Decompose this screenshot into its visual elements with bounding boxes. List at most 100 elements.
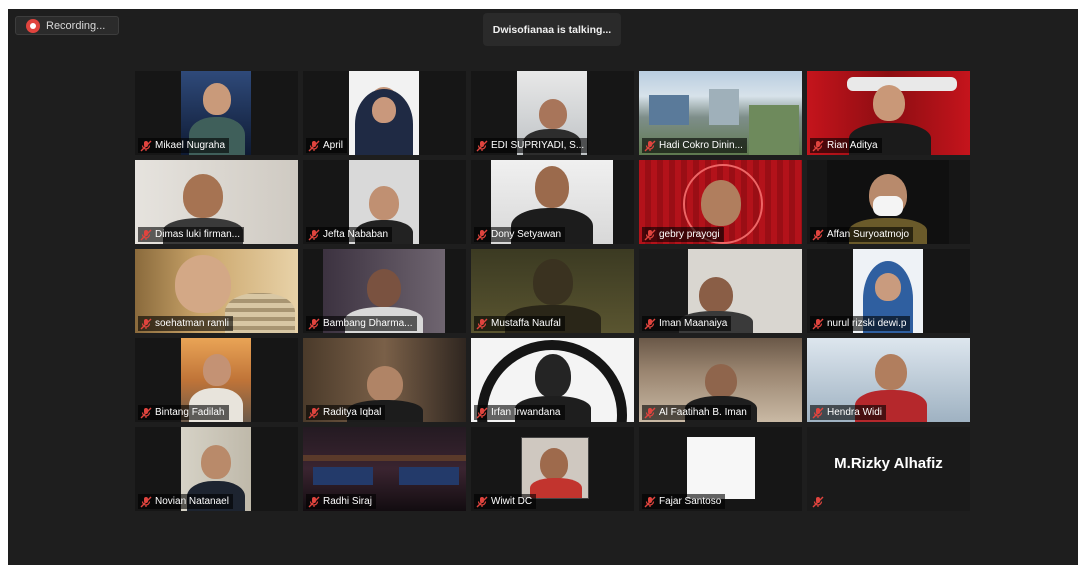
participant-tile[interactable]: Iman Maanaiya (639, 249, 802, 333)
participant-name: soehatman ramli (155, 318, 229, 329)
active-speaker-text: Dwisofianaa is talking... (492, 23, 612, 36)
participant-name: EDI SUPRIYADI, S... (491, 140, 585, 151)
participant-nameplate: soehatman ramli (138, 316, 233, 331)
participant-tile[interactable]: nurul rizski dewi.p (807, 249, 970, 333)
participant-nameplate (810, 494, 828, 509)
mic-muted-icon (476, 229, 488, 240)
gallery-grid: Mikael Nugraha April EDI SUPRIYADI, S... (135, 71, 970, 511)
recording-label: Recording... (46, 19, 106, 32)
mic-muted-icon (308, 140, 320, 151)
record-icon (26, 18, 40, 33)
participant-nameplate: Hendra Widi (810, 405, 887, 420)
recording-indicator[interactable]: Recording... (15, 16, 119, 35)
participant-name: Hadi Cokro Dinin... (659, 140, 743, 151)
mic-muted-icon (308, 229, 320, 240)
participant-name: Al Faatihah B. Iman (659, 407, 747, 418)
participant-nameplate: Bambang Dharma... (306, 316, 417, 331)
mic-muted-icon (476, 407, 488, 418)
participant-nameplate: April (306, 138, 348, 153)
mic-muted-icon (140, 318, 152, 329)
mic-muted-icon (140, 496, 152, 507)
participant-nameplate: Jefta Nababan (306, 227, 393, 242)
participant-tile[interactable]: April (303, 71, 466, 155)
participant-nameplate: Novian Natanael (138, 494, 233, 509)
mic-muted-icon (644, 318, 656, 329)
participant-tile[interactable]: Bambang Dharma... (303, 249, 466, 333)
participant-tile[interactable]: Dony Setyawan (471, 160, 634, 244)
participant-name: nurul rizski dewi.p (827, 318, 907, 329)
meeting-window: Recording... Dwisofianaa is talking... M… (8, 9, 1078, 565)
participant-tile[interactable]: Irfan Irwandana (471, 338, 634, 422)
participant-tile[interactable]: Mustaffa Naufal (471, 249, 634, 333)
participant-tile[interactable]: Radhi Siraj (303, 427, 466, 511)
participant-name: Mikael Nugraha (155, 140, 226, 151)
participant-nameplate: Rian Aditya (810, 138, 882, 153)
mic-muted-icon (812, 496, 824, 507)
mic-muted-icon (644, 140, 656, 151)
mic-muted-icon (812, 229, 824, 240)
participant-name: Raditya Iqbal (323, 407, 382, 418)
participant-nameplate: Iman Maanaiya (642, 316, 732, 331)
participant-tile[interactable]: M.Rizky Alhafiz (807, 427, 970, 511)
participant-name-large: M.Rizky Alhafiz (834, 455, 943, 472)
participant-nameplate: Dony Setyawan (474, 227, 566, 242)
participant-tile[interactable]: Mikael Nugraha (135, 71, 298, 155)
participant-name: Hendra Widi (827, 407, 883, 418)
participant-nameplate: Affan Suryoatmojo (810, 227, 914, 242)
participant-name: Bambang Dharma... (323, 318, 413, 329)
mic-muted-icon (812, 318, 824, 329)
participant-video (687, 437, 755, 499)
participant-tile[interactable]: Wiwit DC (471, 427, 634, 511)
mic-muted-icon (476, 140, 488, 151)
participant-nameplate: Irfan Irwandana (474, 405, 565, 420)
participant-name: Mustaffa Naufal (491, 318, 561, 329)
participant-tile[interactable]: EDI SUPRIYADI, S... (471, 71, 634, 155)
participant-name: Bintang Fadilah (155, 407, 225, 418)
participant-nameplate: Radhi Siraj (306, 494, 376, 509)
participant-tile[interactable]: Hadi Cokro Dinin... (639, 71, 802, 155)
participant-tile[interactable]: Bintang Fadilah (135, 338, 298, 422)
participant-name: Iman Maanaiya (659, 318, 728, 329)
mic-muted-icon (140, 229, 152, 240)
participant-nameplate: Wiwit DC (474, 494, 537, 509)
mic-muted-icon (308, 318, 320, 329)
participant-nameplate: EDI SUPRIYADI, S... (474, 138, 589, 153)
participant-tile[interactable]: soehatman ramli (135, 249, 298, 333)
participant-tile[interactable]: Al Faatihah B. Iman (639, 338, 802, 422)
mic-muted-icon (140, 140, 152, 151)
participant-tile[interactable]: gebry prayogi (639, 160, 802, 244)
participant-nameplate: Al Faatihah B. Iman (642, 405, 751, 420)
mic-muted-icon (476, 318, 488, 329)
mic-muted-icon (140, 407, 152, 418)
mic-muted-icon (644, 407, 656, 418)
participant-nameplate: Mustaffa Naufal (474, 316, 565, 331)
participant-name: gebry prayogi (659, 229, 720, 240)
mic-muted-icon (812, 407, 824, 418)
participant-name: Dimas luki firman... (155, 229, 241, 240)
participant-name: Fajar Santoso (659, 496, 722, 507)
participant-name: Irfan Irwandana (491, 407, 561, 418)
participant-name: Wiwit DC (491, 496, 533, 507)
participant-nameplate: gebry prayogi (642, 227, 724, 242)
participant-tile[interactable]: Rian Aditya (807, 71, 970, 155)
participant-tile[interactable]: Jefta Nababan (303, 160, 466, 244)
participant-name: Dony Setyawan (491, 229, 562, 240)
participant-nameplate: Raditya Iqbal (306, 405, 386, 420)
mic-muted-icon (308, 496, 320, 507)
participant-name: Rian Aditya (827, 140, 878, 151)
participant-nameplate: Dimas luki firman... (138, 227, 245, 242)
participant-tile[interactable]: Novian Natanael (135, 427, 298, 511)
mic-muted-icon (812, 140, 824, 151)
participant-tile[interactable]: Hendra Widi (807, 338, 970, 422)
participant-name: Affan Suryoatmojo (827, 229, 910, 240)
participant-nameplate: Fajar Santoso (642, 494, 726, 509)
participant-name: Radhi Siraj (323, 496, 372, 507)
participant-tile[interactable]: Dimas luki firman... (135, 160, 298, 244)
participant-tile[interactable]: Fajar Santoso (639, 427, 802, 511)
participant-nameplate: Hadi Cokro Dinin... (642, 138, 747, 153)
participant-tile[interactable]: Raditya Iqbal (303, 338, 466, 422)
participant-video (349, 71, 419, 155)
mic-muted-icon (308, 407, 320, 418)
participant-tile[interactable]: Affan Suryoatmojo (807, 160, 970, 244)
participant-name: Novian Natanael (155, 496, 229, 507)
